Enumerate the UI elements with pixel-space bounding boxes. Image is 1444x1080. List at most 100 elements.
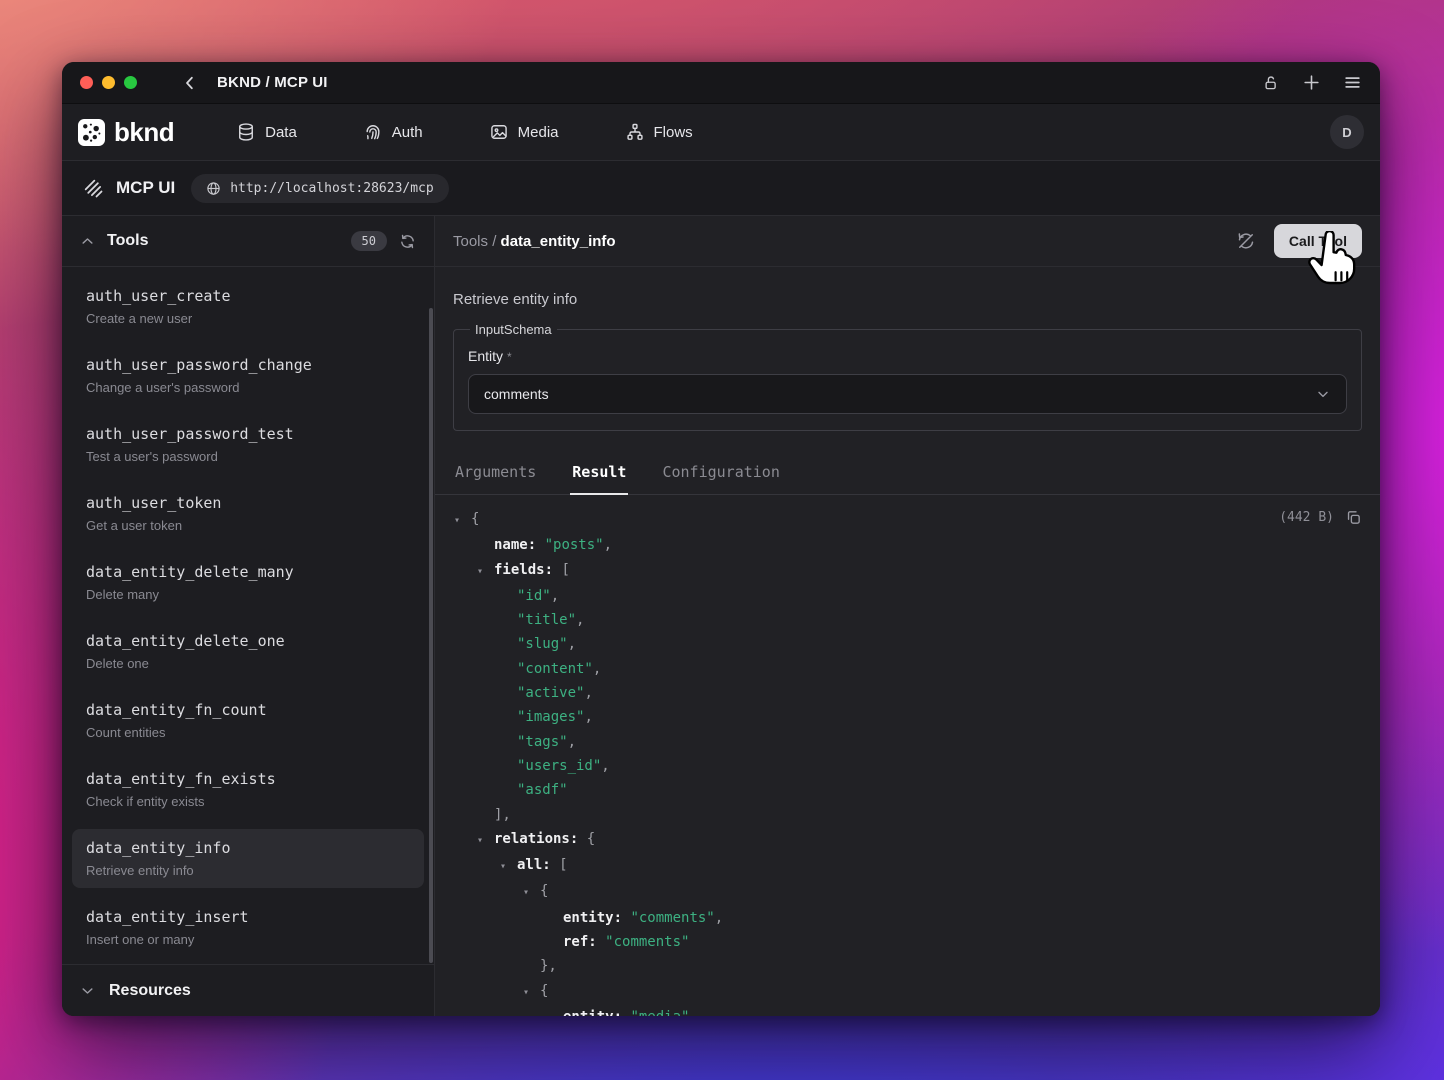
breadcrumb-current: data_entity_info: [501, 233, 616, 250]
nav-item-auth[interactable]: Auth: [363, 122, 423, 142]
desktop: { "titlebar": { "title": "BKND / MCP UI"…: [0, 0, 1444, 1080]
tool-name: data_entity_insert: [86, 908, 410, 926]
input-schema-legend: InputSchema: [470, 322, 557, 337]
globe-icon: [206, 181, 221, 196]
user-avatar[interactable]: D: [1330, 115, 1364, 149]
tool-desc: Check if entity exists: [86, 794, 410, 809]
back-button[interactable]: [181, 74, 199, 92]
tool-name: data_entity_delete_many: [86, 563, 410, 581]
nav-item-data[interactable]: Data: [236, 122, 297, 142]
tool-list-item[interactable]: data_entity_delete_oneDelete one: [72, 622, 424, 681]
tool-desc: Insert one or many: [86, 932, 410, 947]
json-line: ▾all: [: [435, 853, 1362, 879]
tool-name: auth_user_password_test: [86, 425, 410, 443]
copy-result-button[interactable]: [1345, 509, 1362, 526]
collapse-toggle-icon[interactable]: ▾: [523, 881, 540, 905]
tool-list-item[interactable]: data_entity_delete_many Delete many: [72, 553, 424, 612]
refresh-icon: [399, 233, 416, 250]
collapse-toggle-icon[interactable]: ▾: [523, 981, 540, 1005]
json-line: ],: [435, 803, 1362, 827]
tool-desc: Change a user's password: [86, 380, 410, 395]
auto-call-off-button[interactable]: [1236, 231, 1256, 251]
json-line: ▾{: [435, 979, 1362, 1005]
entity-select[interactable]: comments: [468, 374, 1347, 414]
result-size-badge: (442 B): [1279, 510, 1334, 525]
database-icon: [236, 122, 256, 142]
json-line: "users_id",: [435, 754, 1362, 778]
tool-detail-header: Tools / data_entity_info Call Tool: [435, 216, 1380, 267]
minimize-window-button[interactable]: [102, 76, 115, 89]
bknd-logo-icon: [78, 119, 105, 146]
json-line: "title",: [435, 608, 1362, 632]
tab-arguments[interactable]: Arguments: [453, 451, 538, 495]
tool-description: Retrieve entity info: [453, 291, 1362, 308]
tool-name: auth_user_token: [86, 494, 410, 512]
tool-list-item[interactable]: data_entity_fn_existsCheck if entity exi…: [72, 760, 424, 819]
brand-logo[interactable]: bknd: [78, 117, 174, 148]
json-line: "slug",: [435, 632, 1362, 656]
json-line: "images",: [435, 705, 1362, 729]
tools-header-label: Tools: [107, 232, 148, 250]
breadcrumb-section[interactable]: Tools: [453, 233, 488, 250]
nav-item-flows[interactable]: Flows: [625, 122, 693, 142]
json-line: "asdf": [435, 778, 1362, 802]
input-schema-fieldset: InputSchema Entity* comments: [453, 322, 1362, 431]
tool-list-item[interactable]: data_entity_infoRetrieve entity info: [72, 829, 424, 888]
unlock-icon[interactable]: [1262, 74, 1280, 92]
json-line: entity: "media",: [435, 1005, 1362, 1016]
tool-name: auth_user_password_change: [86, 356, 410, 374]
tool-list-item[interactable]: auth_user_tokenGet a user token: [72, 484, 424, 543]
result-tabs: Arguments Result Configuration: [435, 451, 1380, 495]
collapse-toggle-icon[interactable]: ▾: [454, 509, 471, 533]
tool-list-item[interactable]: auth_user_password_testTest a user's pas…: [72, 415, 424, 474]
entity-field-label: Entity*: [468, 348, 1347, 364]
menu-icon[interactable]: [1343, 73, 1362, 92]
traffic-lights: [80, 76, 137, 89]
tools-count-badge: 50: [351, 231, 387, 251]
json-line: ref: "comments": [435, 930, 1362, 954]
tool-list-item[interactable]: data_entity_fn_countCount entities: [72, 691, 424, 750]
breadcrumb-separator: /: [488, 233, 501, 250]
app-navbar: bknd Data Auth Media Flows D: [62, 104, 1380, 161]
tool-name: data_entity_info: [86, 839, 410, 857]
required-marker: *: [507, 350, 512, 364]
json-line: "tags",: [435, 730, 1362, 754]
resources-section-header[interactable]: Resources: [62, 964, 434, 1016]
new-tab-icon[interactable]: [1302, 73, 1321, 92]
sidebar-scrollbar[interactable]: [429, 308, 433, 963]
tool-desc: Delete many: [86, 587, 410, 602]
brand-wordmark: bknd: [114, 117, 174, 148]
tool-desc: Create a new user: [86, 311, 410, 326]
chevron-down-icon: [1315, 386, 1331, 402]
tools-sidebar: Tools 50 auth_user_createCreate a new us…: [62, 216, 435, 1016]
resources-header-label: Resources: [109, 982, 191, 1000]
window-title: BKND / MCP UI: [217, 74, 328, 91]
tool-list-item[interactable]: auth_user_password_change Change a user's…: [72, 346, 424, 405]
mcp-bar: MCP UI http://localhost:28623/mcp: [62, 161, 1380, 216]
tools-section-header[interactable]: Tools 50: [62, 216, 434, 267]
chevron-down-icon: [80, 983, 95, 998]
nav-item-media[interactable]: Media: [489, 122, 559, 142]
zoom-window-button[interactable]: [124, 76, 137, 89]
json-line: entity: "comments",: [435, 906, 1362, 930]
nav-items: Data Auth Media Flows: [236, 122, 693, 142]
endpoint-url-pill[interactable]: http://localhost:28623/mcp: [191, 174, 449, 203]
collapse-toggle-icon[interactable]: ▾: [477, 829, 494, 853]
close-window-button[interactable]: [80, 76, 93, 89]
refresh-off-icon: [1236, 231, 1256, 251]
tool-detail-panel: Tools / data_entity_info Call Tool Retri…: [435, 216, 1380, 1016]
tool-list-item[interactable]: data_entity_insert Insert one or many: [72, 898, 424, 957]
copy-icon: [1345, 509, 1362, 526]
collapse-toggle-icon[interactable]: ▾: [477, 560, 494, 584]
call-tool-button[interactable]: Call Tool: [1274, 224, 1362, 258]
refresh-tools-button[interactable]: [399, 233, 416, 250]
tab-result[interactable]: Result: [570, 451, 628, 495]
tool-list-item[interactable]: auth_user_createCreate a new user: [72, 277, 424, 336]
tab-configuration[interactable]: Configuration: [660, 451, 781, 495]
collapse-toggle-icon[interactable]: ▾: [500, 855, 517, 879]
entity-select-value: comments: [484, 386, 549, 402]
result-json-viewer: (442 B) ▾{name: "posts",▾fields: ["id","…: [435, 495, 1380, 1016]
nav-label: Data: [265, 124, 297, 141]
json-line: "id",: [435, 584, 1362, 608]
tool-name: data_entity_delete_one: [86, 632, 410, 650]
